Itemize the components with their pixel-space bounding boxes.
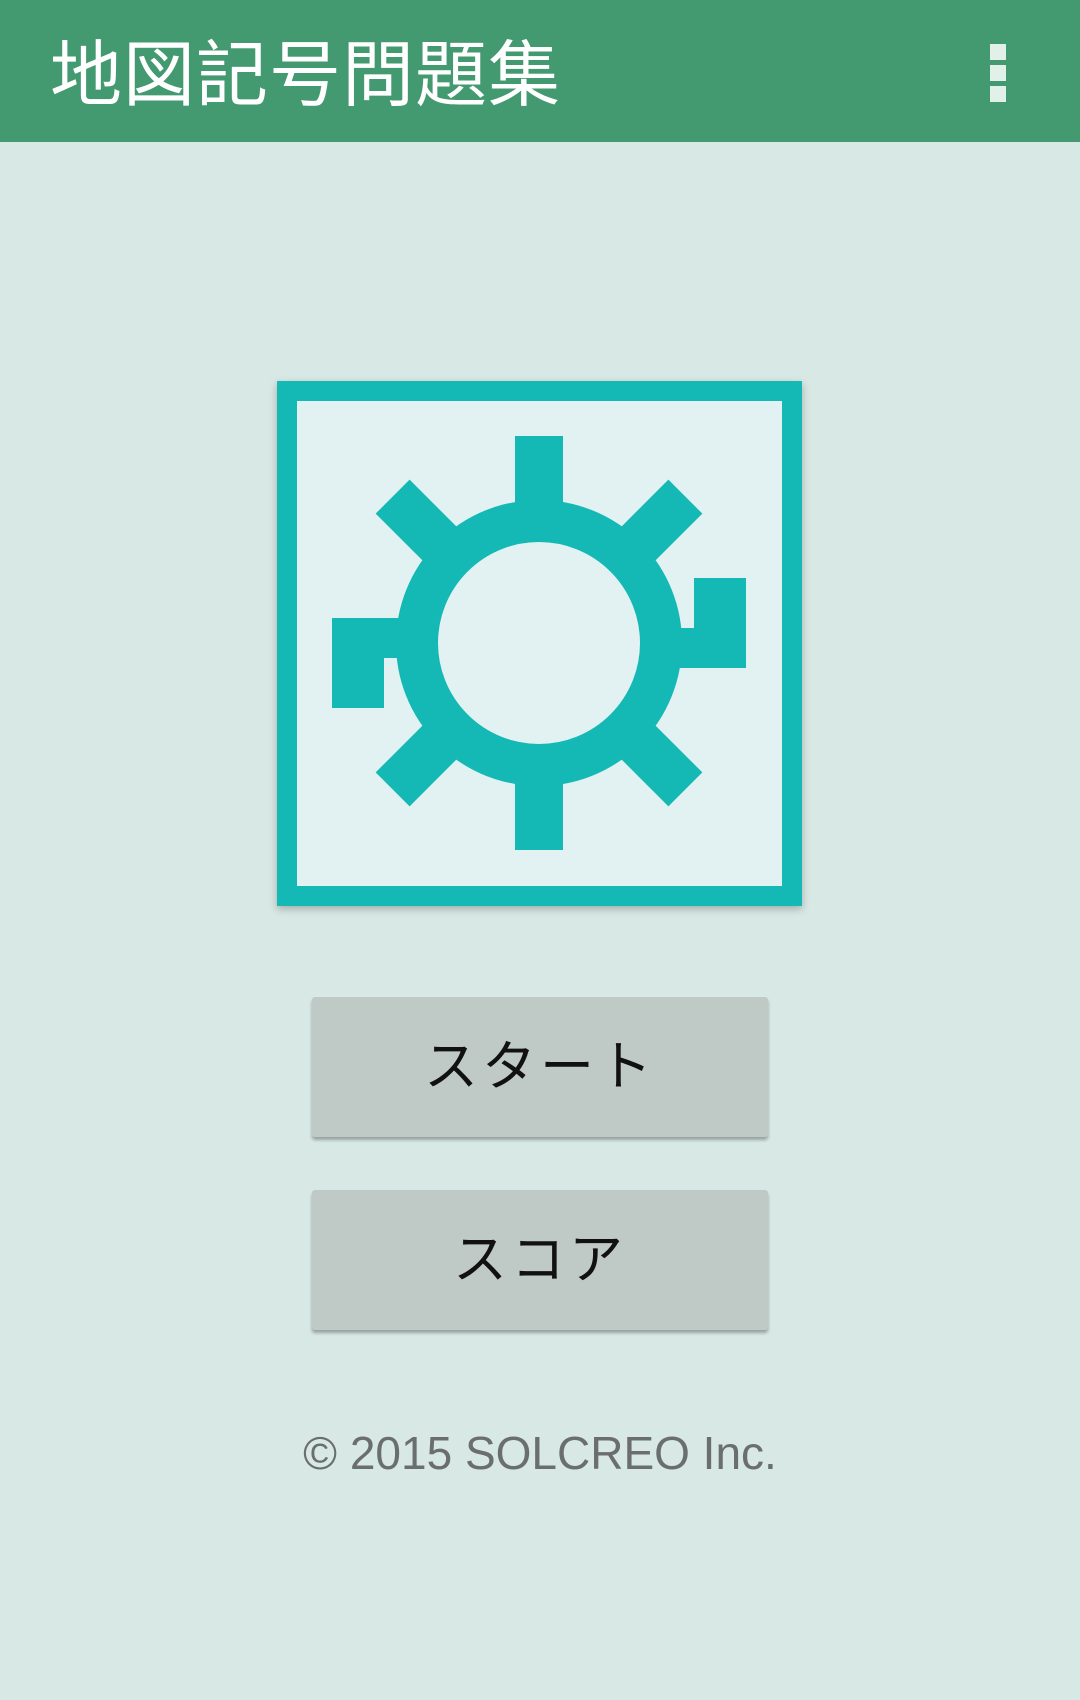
start-button[interactable]: スタート <box>312 997 768 1137</box>
copyright-text: © 2015 SOLCREO Inc. <box>303 1427 777 1479</box>
app-title: 地図記号問題集 <box>50 33 562 117</box>
map-symbol-gear-icon <box>277 381 802 906</box>
app-logo <box>277 381 802 906</box>
score-button[interactable]: スコア <box>312 1190 768 1330</box>
app-bar: 地図記号問題集 <box>0 0 1080 142</box>
overflow-menu-button[interactable] <box>968 34 1028 112</box>
